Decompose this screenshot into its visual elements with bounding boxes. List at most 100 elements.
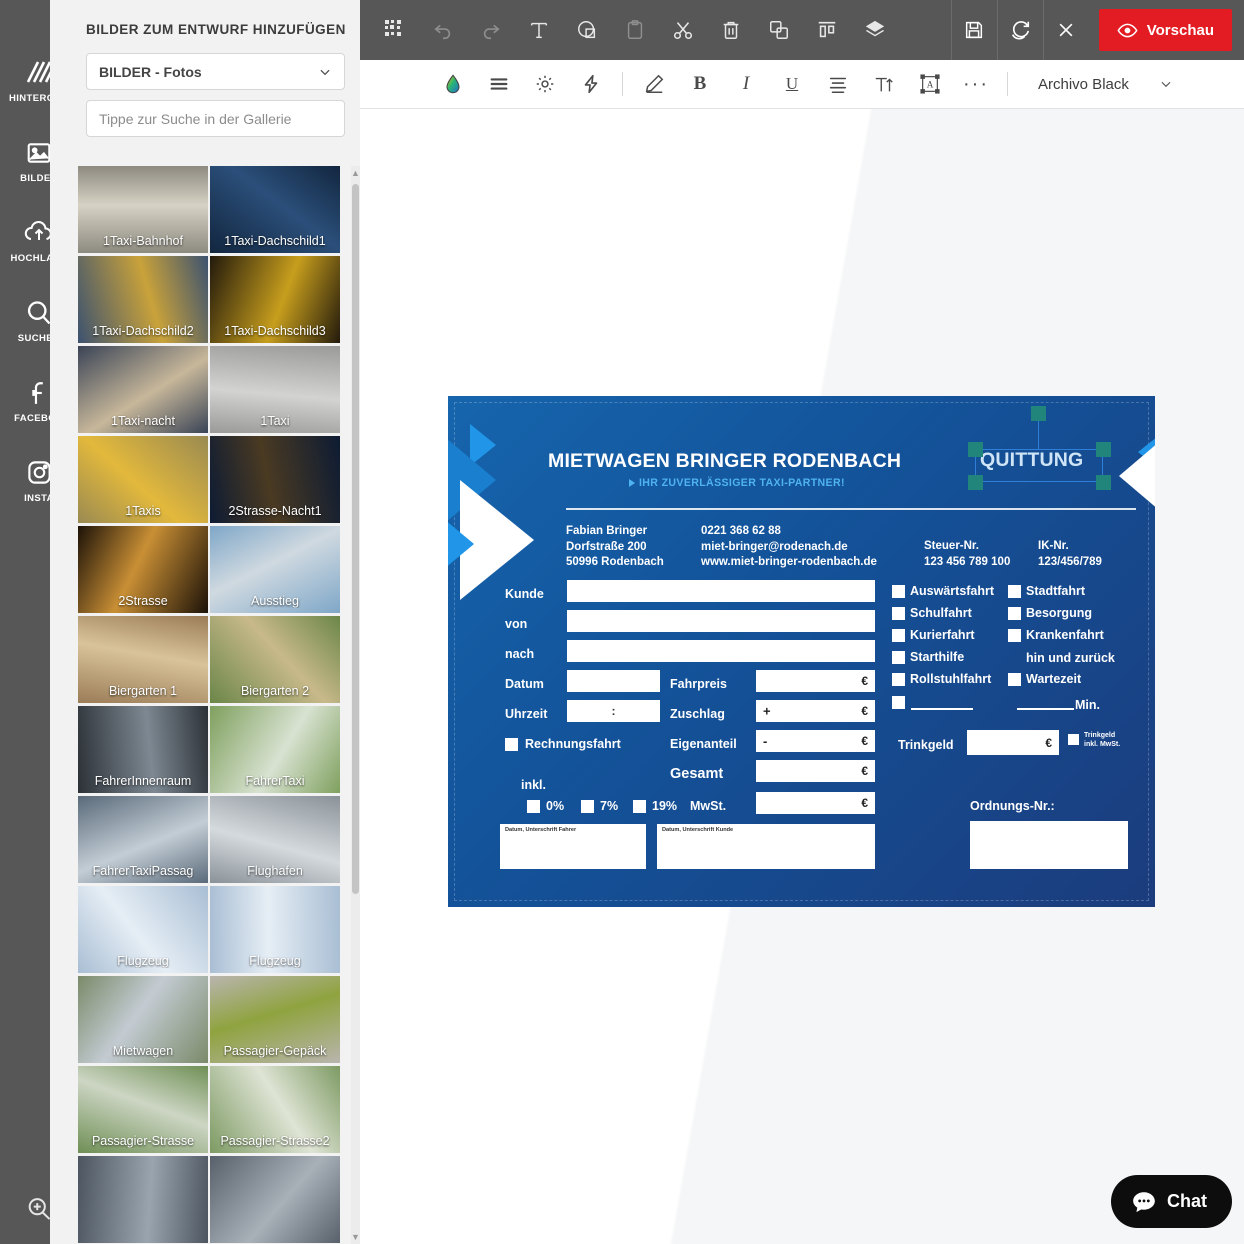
clipboard-paste-icon[interactable] [618, 13, 652, 47]
thumbnail-item[interactable]: 1Taxi-Bahnhof [78, 166, 208, 253]
thumbnail-item[interactable]: Mietwagen [78, 976, 208, 1063]
scissors-cut-icon[interactable] [666, 13, 700, 47]
field-datum[interactable] [567, 670, 660, 692]
font-family-selector[interactable]: Archivo Black [1038, 76, 1173, 93]
line-spacing-icon[interactable] [476, 64, 522, 104]
category-dropdown[interactable]: BILDER - Fotos [86, 53, 345, 90]
font-size-icon[interactable] [861, 64, 907, 104]
layers-icon[interactable] [858, 13, 892, 47]
refresh-reset-icon[interactable] [996, 0, 1043, 60]
field-trinkgeld[interactable] [967, 730, 1059, 755]
text-icon[interactable] [522, 13, 556, 47]
thumbnail-item[interactable]: 1Taxi-nacht [78, 346, 208, 433]
shape-icon[interactable] [570, 13, 604, 47]
checkbox-starthilfe[interactable] [892, 651, 905, 664]
checkbox-trinkgeld-inkl-mwst[interactable] [1068, 734, 1079, 745]
thumbnail-item[interactable] [78, 1156, 208, 1243]
field-mwst[interactable] [756, 792, 875, 814]
thumbnail-item[interactable]: Flugzeug [210, 886, 340, 973]
thumbnail-item[interactable]: Flughafen [210, 796, 340, 883]
checkbox-rechnungsfahrt[interactable] [505, 738, 518, 751]
quittung-text-object[interactable]: QUITTUNG [980, 449, 1083, 472]
thumbnail-item[interactable]: Ausstieg [210, 526, 340, 613]
resize-handle-top-left[interactable] [968, 442, 983, 457]
checkbox-rollstuhlfahrt[interactable] [892, 673, 905, 686]
underline-icon[interactable]: U [769, 64, 815, 104]
resize-handle-bottom-left[interactable] [968, 475, 983, 490]
signature-box-customer[interactable]: Datum, Unterschrift Kunde [657, 824, 875, 869]
effects-bolt-icon[interactable] [568, 64, 614, 104]
pen-edit-icon[interactable] [631, 64, 677, 104]
thumbnail-item[interactable]: Biergarten 2 [210, 616, 340, 703]
field-gesamt[interactable] [756, 760, 875, 782]
duplicate-copy-icon[interactable] [762, 13, 796, 47]
text-box-icon[interactable]: A [907, 64, 953, 104]
thumbnail-item[interactable]: 1Taxi [210, 346, 340, 433]
redo-icon[interactable] [474, 13, 508, 47]
receipt-title[interactable]: MIETWAGEN BRINGER RODENBACH [548, 450, 901, 473]
thumbnail-item[interactable]: FahrerTaxi [210, 706, 340, 793]
thumbnail-item[interactable]: Passagier-Strasse [78, 1066, 208, 1153]
receipt-design-object[interactable]: MIETWAGEN BRINGER RODENBACH QUITTUNG IHR… [448, 396, 1155, 907]
search-input[interactable] [99, 110, 332, 127]
checkbox-mwst-7[interactable] [581, 800, 594, 813]
checkbox-schulfahrt[interactable] [892, 607, 905, 620]
panel-scrollbar[interactable]: ▲ ▼ [351, 166, 360, 1244]
thumbnail-item[interactable]: 1Taxi-Dachschild2 [78, 256, 208, 343]
thumbnail-item[interactable]: Passagier-Strasse2 [210, 1066, 340, 1153]
checkbox-besorgung[interactable] [1008, 607, 1021, 620]
checkbox-mwst-0[interactable] [527, 800, 540, 813]
more-options-icon[interactable]: ··· [953, 64, 999, 104]
field-eigenanteil[interactable]: - [756, 730, 875, 752]
qr-code-icon[interactable] [378, 13, 412, 47]
scrollbar-thumb[interactable] [352, 184, 359, 894]
gallery-search-field[interactable] [86, 100, 345, 137]
field-zuschlag[interactable]: + [756, 700, 875, 722]
field-fahrpreis[interactable] [756, 670, 875, 692]
thumbnail-item[interactable]: 1Taxi-Dachschild1 [210, 166, 340, 253]
checkbox-auswaertsfahrt[interactable] [892, 585, 905, 598]
checkbox-kurierfahrt[interactable] [892, 629, 905, 642]
save-icon[interactable] [950, 0, 997, 60]
checkbox-krankenfahrt[interactable] [1008, 629, 1021, 642]
thumbnail-list[interactable]: 1Taxi-Bahnhof 1Taxi-Dachschild1 1Taxi-Dach… [78, 166, 353, 1244]
checkbox-stadtfahrt[interactable] [1008, 585, 1021, 598]
resize-handle-top-right[interactable] [1096, 442, 1111, 457]
field-nach[interactable] [567, 640, 875, 662]
checkbox-wartezeit[interactable] [1008, 673, 1021, 686]
thumbnail-item[interactable]: Biergarten 1 [78, 616, 208, 703]
design-canvas[interactable]: MIETWAGEN BRINGER RODENBACH QUITTUNG IHR… [360, 109, 1244, 1244]
field-von[interactable] [567, 610, 875, 632]
signature-box-driver[interactable]: Datum, Unterschrift Fahrer [500, 824, 646, 869]
chat-widget-button[interactable]: Chat [1111, 1175, 1232, 1228]
preview-button[interactable]: Vorschau [1098, 9, 1232, 51]
text-align-icon[interactable] [815, 64, 861, 104]
scroll-up-arrow[interactable]: ▲ [351, 166, 360, 180]
thumbnail-item[interactable]: 2Strasse-Nacht1 [210, 436, 340, 523]
scroll-down-arrow[interactable]: ▼ [351, 1230, 360, 1244]
trash-delete-icon[interactable] [714, 13, 748, 47]
thumbnail-item[interactable]: Flugzeug [78, 886, 208, 973]
thumbnail-item[interactable]: 1Taxi-Dachschild3 [210, 256, 340, 343]
color-drop-icon[interactable] [430, 64, 476, 104]
close-icon[interactable] [1042, 0, 1089, 60]
undo-icon[interactable] [426, 13, 460, 47]
thumbnail-item[interactable]: FahrerInnenraum [78, 706, 208, 793]
bold-icon[interactable]: B [677, 64, 723, 104]
thumbnail-item[interactable] [210, 1156, 340, 1243]
italic-icon[interactable]: I [723, 64, 769, 104]
field-kunde[interactable] [567, 580, 875, 602]
field-ordnungs-nr[interactable] [970, 821, 1128, 869]
checkbox-mwst-19[interactable] [633, 800, 646, 813]
checkbox-custom-blank[interactable] [892, 696, 905, 709]
resize-handle-bottom-right[interactable] [1096, 475, 1111, 490]
field-uhrzeit[interactable]: : [567, 700, 660, 722]
brightness-icon[interactable] [522, 64, 568, 104]
rotate-handle[interactable] [1031, 406, 1046, 421]
thumbnail-item[interactable]: 1Taxis [78, 436, 208, 523]
thumbnail-item[interactable]: FahrerTaxiPassag [78, 796, 208, 883]
thumbnail-item[interactable]: Passagier-Gepäck [210, 976, 340, 1063]
thumbnail-item[interactable]: 2Strasse [78, 526, 208, 613]
ik-nr-block: IK-Nr. 123/456/789 [1038, 540, 1102, 568]
align-distribute-icon[interactable] [810, 13, 844, 47]
